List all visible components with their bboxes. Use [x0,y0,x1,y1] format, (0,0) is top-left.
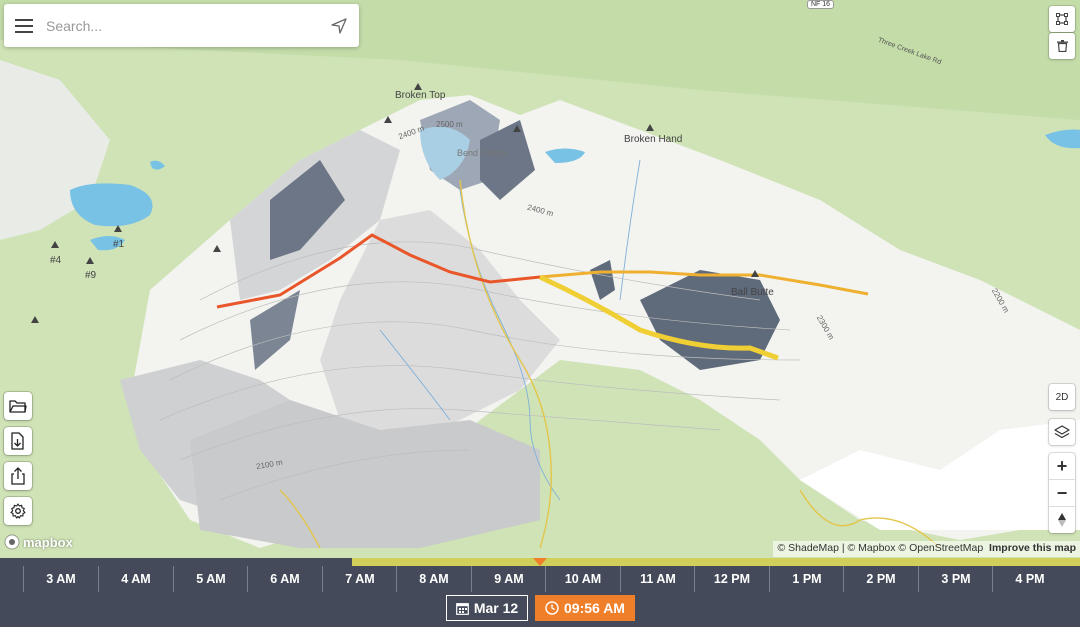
draw-polygon-button[interactable] [1049,6,1075,32]
place-label: Ball Butte [731,287,774,298]
daylight-bar [352,558,1080,566]
clock-icon [545,601,559,615]
compass-button[interactable] [1049,507,1075,533]
locate-button[interactable] [319,4,359,47]
place-label: #4 [50,255,62,266]
time-label: 09:56 AM [564,600,625,616]
timeline-hour[interactable]: 10 AM [545,566,620,592]
mapbox-wordmark: mapbox [23,534,73,550]
timeline-hour[interactable]: 1 PM [769,566,844,592]
attribution-text[interactable]: © ShadeMap | © Mapbox © OpenStreetMap [777,542,983,554]
timeline-hour[interactable]: 5 AM [173,566,248,592]
place-label: Broken Top [395,90,446,101]
improve-map-link[interactable]: Improve this map [989,542,1076,554]
mapbox-logo[interactable]: mapbox [4,534,73,550]
menu-button[interactable] [4,4,44,47]
search-bar [4,4,359,47]
view-2d-button[interactable]: 2D [1049,384,1075,410]
date-label: Mar 12 [473,600,519,616]
place-label: #1 [113,239,125,250]
delete-button[interactable] [1049,33,1075,59]
open-file-button[interactable] [4,392,32,420]
mapbox-icon [4,534,20,550]
date-picker-button[interactable]: Mar 12 [446,595,528,621]
zoom-controls: + − [1049,453,1075,533]
timeline-hour[interactable]: 11 AM [620,566,695,592]
search-input[interactable] [44,16,319,35]
settings-button[interactable] [4,497,32,525]
gear-icon [10,503,26,519]
polygon-icon [1056,13,1068,25]
layers-icon [1054,425,1070,439]
highway-shield: NF 16 [807,0,835,9]
compass-icon [1058,513,1066,527]
zoom-in-button[interactable]: + [1049,453,1075,480]
timeline-hour[interactable]: 3 PM [918,566,993,592]
timeline-hour[interactable]: 4 PM [992,566,1067,592]
place-label: #9 [85,270,97,281]
timeline-hour[interactable]: 8 AM [396,566,471,592]
contour-label: 2500 m [436,120,463,129]
timeline-hour[interactable]: 3 AM [23,566,98,592]
terrain-map [0,0,1080,558]
hamburger-icon [15,18,33,33]
place-label: Bend Glacier [457,148,510,158]
trash-icon [1056,40,1068,52]
file-download-icon [11,432,24,450]
time-picker-button[interactable]: 09:56 AM [535,595,635,621]
share-icon [11,467,25,485]
place-label: Broken Hand [624,134,683,145]
current-time-marker[interactable] [533,558,547,566]
timeline-hour[interactable]: 2 PM [843,566,918,592]
zoom-out-button[interactable]: − [1049,480,1075,507]
map-canvas[interactable]: Broken Top Broken Hand Ball Butte Bend G… [0,0,1080,558]
timeline-hour[interactable]: 7 AM [322,566,397,592]
timeline-hours: 1 3 AM 4 AM 5 AM 6 AM 7 AM 8 AM 9 AM 10 … [0,566,1080,592]
import-button[interactable] [4,427,32,455]
timeline-hour[interactable]: 6 AM [247,566,322,592]
timeline-hour[interactable]: 1 [0,566,23,592]
navigation-arrow-icon [331,17,347,34]
attribution: © ShadeMap | © Mapbox © OpenStreetMap Im… [773,541,1080,557]
layers-button[interactable] [1049,419,1075,445]
timeline-hour[interactable]: 9 AM [471,566,546,592]
share-button[interactable] [4,462,32,490]
timeline-hour[interactable]: 4 AM [98,566,173,592]
calendar-icon [455,602,469,615]
timeline[interactable]: 1 3 AM 4 AM 5 AM 6 AM 7 AM 8 AM 9 AM 10 … [0,558,1080,627]
timeline-hour[interactable]: 12 PM [694,566,769,592]
folder-icon [9,399,27,413]
